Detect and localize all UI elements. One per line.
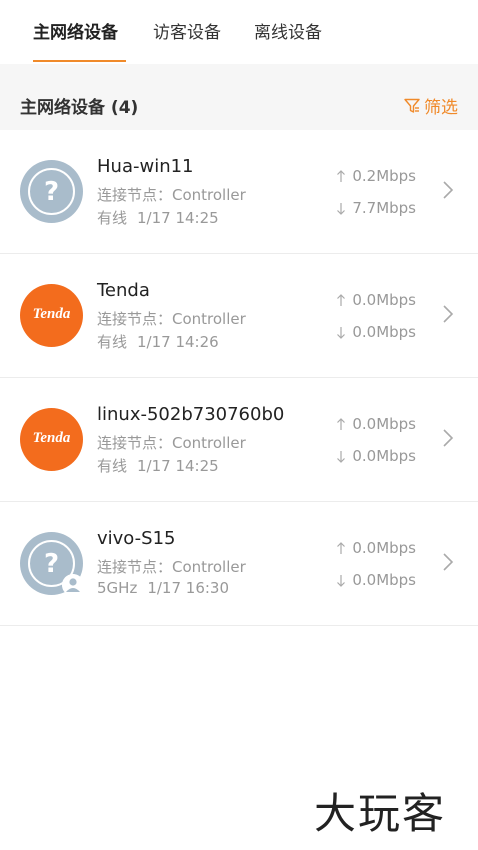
arrow-down-icon <box>337 574 346 587</box>
device-row[interactable]: Tenda Tenda 连接节点：Controller 有线 1/17 14:26… <box>0 254 478 378</box>
device-name: linux-502b730760b0 <box>97 404 285 425</box>
connection-time: 1/17 14:25 <box>137 457 219 475</box>
upload-rate: 0.0Mbps <box>336 291 416 309</box>
filter-label: 筛选 <box>424 98 458 118</box>
connection-time: 1/17 14:25 <box>137 209 219 227</box>
tenda-logo: Tenda <box>20 284 83 347</box>
device-connection: 有线 1/17 14:25 <box>97 207 219 228</box>
tab-main-network[interactable]: 主网络设备 <box>33 18 118 43</box>
tab-active-indicator <box>33 60 126 62</box>
tab-guest[interactable]: 访客设备 <box>153 18 221 43</box>
person-icon <box>62 574 84 596</box>
watermark: 大玩客 <box>314 789 447 838</box>
device-node: 连接节点：Controller <box>97 186 246 204</box>
filter-button[interactable]: 筛选 <box>404 93 458 118</box>
unknown-device-icon: ? <box>20 532 84 596</box>
chevron-right-icon <box>443 305 454 323</box>
tenda-logo: Tenda <box>20 408 83 471</box>
device-node: 连接节点：Controller <box>97 558 246 576</box>
device-row[interactable]: ? Hua-win11 连接节点：Controller 有线 1/17 14:25… <box>0 130 478 254</box>
unknown-device-icon: ? <box>20 160 83 223</box>
arrow-down-icon <box>337 202 346 215</box>
chevron-right-icon <box>443 553 454 571</box>
chevron-right-icon <box>443 429 454 447</box>
device-connection: 5GHz 1/17 16:30 <box>97 579 229 597</box>
arrow-up-icon <box>337 417 346 430</box>
download-rate: 0.0Mbps <box>336 323 416 341</box>
device-node: 连接节点：Controller <box>97 434 246 452</box>
tab-offline[interactable]: 离线设备 <box>254 18 322 43</box>
chevron-right-icon <box>443 181 454 199</box>
connection-type: 有线 <box>97 209 128 227</box>
download-rate: 0.0Mbps <box>336 447 416 465</box>
device-connection: 有线 1/17 14:25 <box>97 455 219 476</box>
filter-icon <box>404 98 420 113</box>
arrow-down-icon <box>337 326 346 339</box>
connection-time: 1/17 16:30 <box>147 579 230 597</box>
device-row[interactable]: Tenda linux-502b730760b0 连接节点：Controller… <box>0 378 478 502</box>
connection-time: 1/17 14:26 <box>137 333 219 351</box>
arrow-up-icon <box>337 169 346 182</box>
device-row[interactable]: ? vivo-S15 连接节点：Controller 5GHz 1/17 16:3… <box>0 502 478 626</box>
connection-type: 有线 <box>97 457 128 475</box>
upload-rate: 0.0Mbps <box>336 539 416 557</box>
section-title: 主网络设备 (4) <box>20 98 139 118</box>
device-name: Hua-win11 <box>97 156 194 177</box>
tab-bar: 主网络设备 访客设备 离线设备 <box>0 0 478 64</box>
connection-type: 有线 <box>97 333 128 351</box>
upload-rate: 0.2Mbps <box>336 167 416 185</box>
device-name: vivo-S15 <box>97 528 176 549</box>
device-name: Tenda <box>97 280 150 301</box>
device-node: 连接节点：Controller <box>97 310 246 328</box>
arrow-up-icon <box>337 541 346 554</box>
device-list: ? Hua-win11 连接节点：Controller 有线 1/17 14:25… <box>0 130 478 626</box>
section-header: 主网络设备 (4) 筛选 <box>0 64 478 130</box>
connection-type: 5GHz <box>97 579 138 597</box>
upload-rate: 0.0Mbps <box>336 415 416 433</box>
download-rate: 0.0Mbps <box>336 571 416 589</box>
arrow-up-icon <box>337 293 346 306</box>
arrow-down-icon <box>337 450 346 463</box>
device-connection: 有线 1/17 14:26 <box>97 331 219 352</box>
download-rate: 7.7Mbps <box>336 199 416 217</box>
